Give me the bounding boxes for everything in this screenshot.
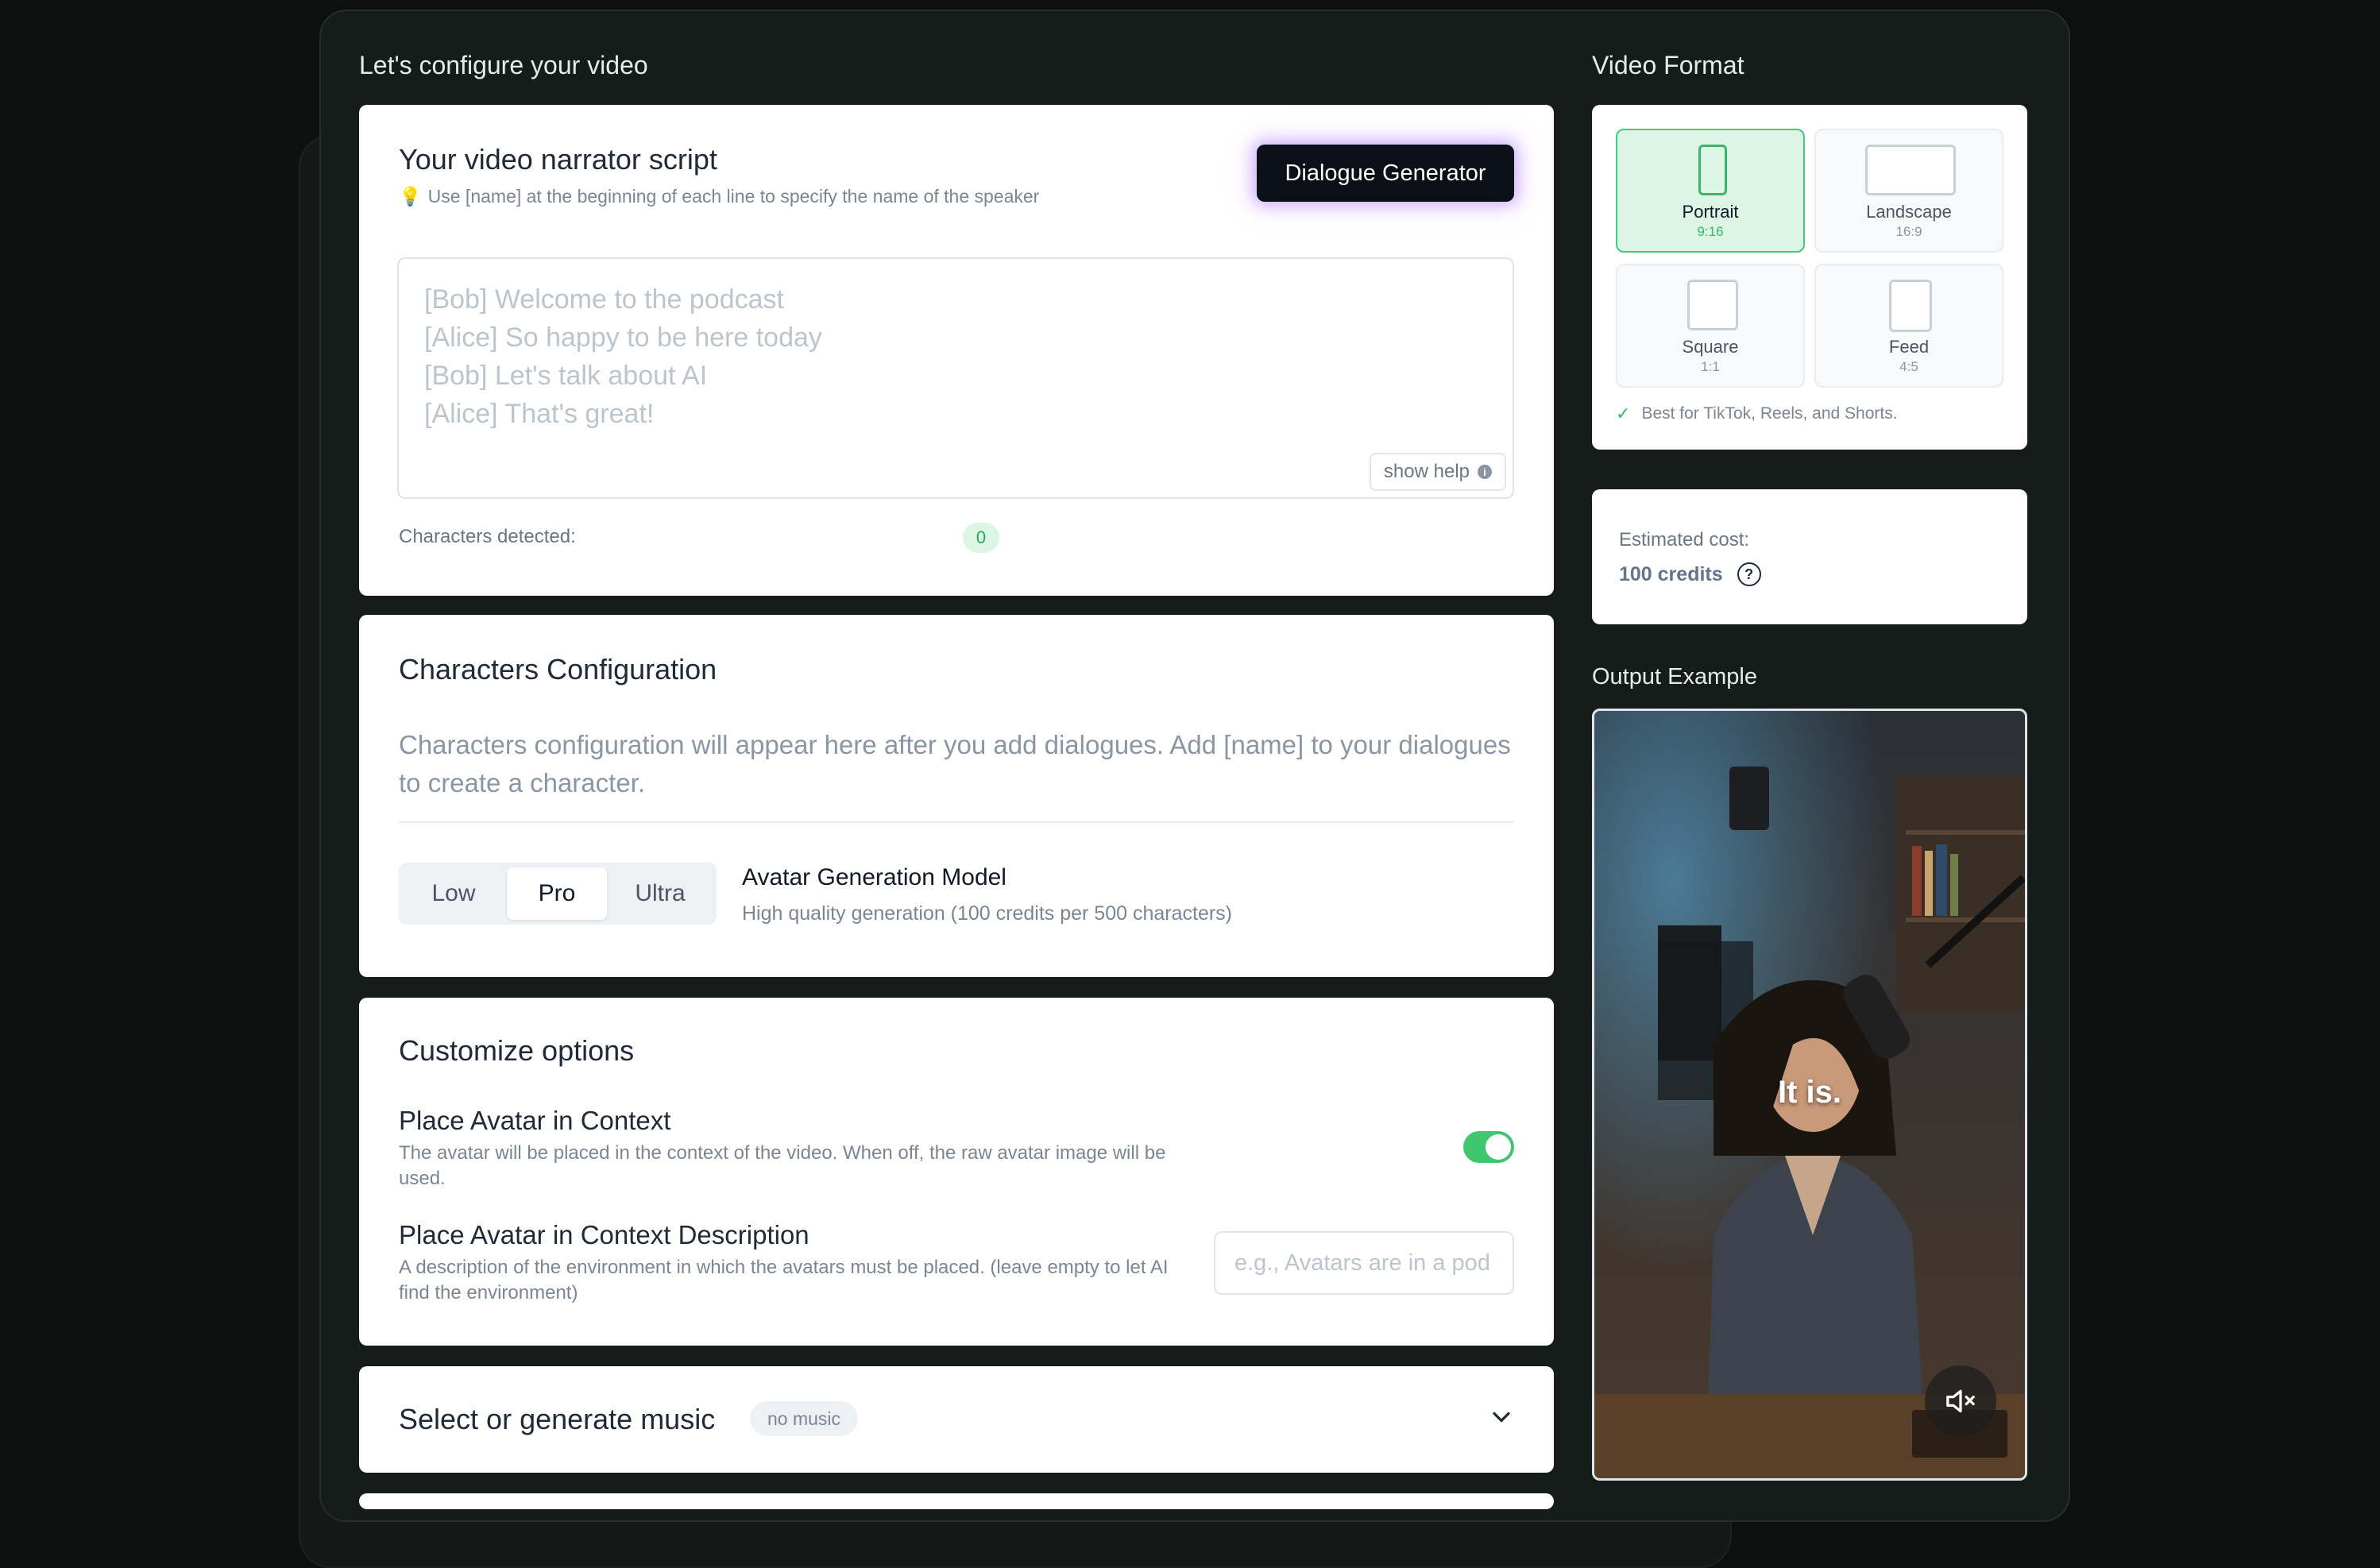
placeholder-line: [Bob] Welcome to the podcast — [424, 284, 784, 315]
music-title: Select or generate music — [399, 1403, 716, 1435]
cost-label: Estimated cost: — [1619, 529, 1750, 550]
format-option-square[interactable]: Square 1:1 — [1616, 264, 1805, 388]
context-toggle[interactable] — [1463, 1131, 1514, 1163]
format-note-text: Best for TikTok, Reels, and Shorts. — [1641, 404, 1898, 423]
next-card — [359, 1493, 1554, 1509]
placeholder-line: [Bob] Let's talk about AI — [424, 361, 708, 391]
volume-mute-icon — [1946, 1389, 1975, 1413]
show-help-label: show help — [1383, 461, 1470, 482]
characters-title: Characters Configuration — [399, 653, 717, 686]
characters-card: Characters Configuration Characters conf… — [359, 615, 1554, 977]
format-ratio: 16:9 — [1895, 224, 1922, 239]
model-subtitle: High quality generation (100 credits per… — [742, 902, 1233, 925]
characters-detected-label: Characters detected: — [399, 526, 576, 547]
video-format-card: Portrait 9:16 Landscape 16:9 Square 1:1 … — [1592, 105, 2027, 450]
script-title: Your video narrator script — [399, 143, 717, 176]
help-icon[interactable]: ? — [1737, 562, 1761, 586]
script-hint-text: Use [name] at the beginning of each line… — [427, 186, 1040, 207]
toggle-knob — [1486, 1134, 1511, 1160]
divider — [399, 821, 1514, 823]
format-name: Square — [1682, 337, 1739, 357]
cost-value: 100 credits — [1619, 562, 1723, 585]
quality-option-pro[interactable]: Pro — [507, 867, 607, 920]
video-caption: It is. — [1777, 1075, 1842, 1110]
music-status-badge: no music — [750, 1401, 859, 1436]
characters-count-badge: 0 — [963, 523, 999, 553]
model-title: Avatar Generation Model — [742, 864, 1006, 890]
output-example-video[interactable]: It is. — [1592, 709, 2027, 1481]
video-format-title: Video Format — [1592, 51, 1744, 79]
portrait-shape-icon — [1698, 145, 1727, 195]
lightbulb-icon: 💡 — [399, 186, 422, 207]
feed-shape-icon — [1889, 280, 1932, 332]
output-example-title: Output Example — [1592, 664, 1757, 689]
format-name: Landscape — [1866, 202, 1952, 222]
mute-button[interactable] — [1925, 1365, 1996, 1437]
quality-option-low[interactable]: Low — [404, 867, 504, 920]
square-shape-icon — [1687, 280, 1738, 330]
estimated-cost-card: Estimated cost: 100 credits ? — [1592, 489, 2027, 624]
show-help-button[interactable]: show help i — [1369, 453, 1506, 491]
format-ratio: 4:5 — [1899, 359, 1918, 374]
context-description-title: Place Avatar in Context Description — [399, 1220, 809, 1249]
dialogue-generator-button[interactable]: Dialogue Generator — [1257, 145, 1514, 202]
music-card[interactable]: Select or generate music no music — [359, 1366, 1554, 1473]
chevron-down-icon[interactable] — [1487, 1403, 1516, 1431]
format-name: Feed — [1888, 337, 1930, 357]
placeholder-line: [Alice] That's great! — [424, 399, 655, 429]
page-title: Let's configure your video — [359, 51, 648, 79]
format-option-landscape[interactable]: Landscape 16:9 — [1814, 129, 2003, 253]
context-option-description: The avatar will be placed in the context… — [399, 1142, 1166, 1189]
characters-description: Characters configuration will appear her… — [399, 730, 1511, 798]
customize-title: Customize options — [399, 1034, 635, 1067]
quality-option-ultra[interactable]: Ultra — [610, 867, 710, 920]
script-card: Your video narrator script 💡 Use [name] a… — [359, 105, 1554, 596]
script-textarea[interactable]: [Bob] Welcome to the podcast [Alice] So … — [397, 257, 1514, 499]
script-hint: 💡 Use [name] at the beginning of each lin… — [399, 186, 1039, 207]
format-option-feed[interactable]: Feed 4:5 — [1814, 264, 2003, 388]
quality-segmented-control: Low Pro Ultra — [399, 863, 717, 925]
context-description-input[interactable]: e.g., Avatars are in a pod — [1214, 1231, 1514, 1295]
check-icon: ✓ — [1616, 404, 1631, 423]
customize-card: Customize options Place Avatar in Contex… — [359, 998, 1554, 1346]
context-description-help: A description of the environment in whic… — [399, 1257, 1169, 1303]
placeholder-line: [Alice] So happy to be here today — [424, 322, 822, 353]
info-icon: i — [1478, 465, 1492, 479]
context-option-title: Place Avatar in Context — [399, 1106, 671, 1135]
cost-value-row: 100 credits ? — [1619, 562, 1761, 586]
format-option-portrait[interactable]: Portrait 9:16 — [1616, 129, 1805, 253]
format-note: ✓ Best for TikTok, Reels, and Shorts. — [1616, 404, 1898, 424]
format-name: Portrait — [1682, 202, 1739, 222]
landscape-shape-icon — [1865, 145, 1956, 195]
format-ratio: 1:1 — [1701, 359, 1720, 374]
format-ratio: 9:16 — [1697, 224, 1724, 239]
